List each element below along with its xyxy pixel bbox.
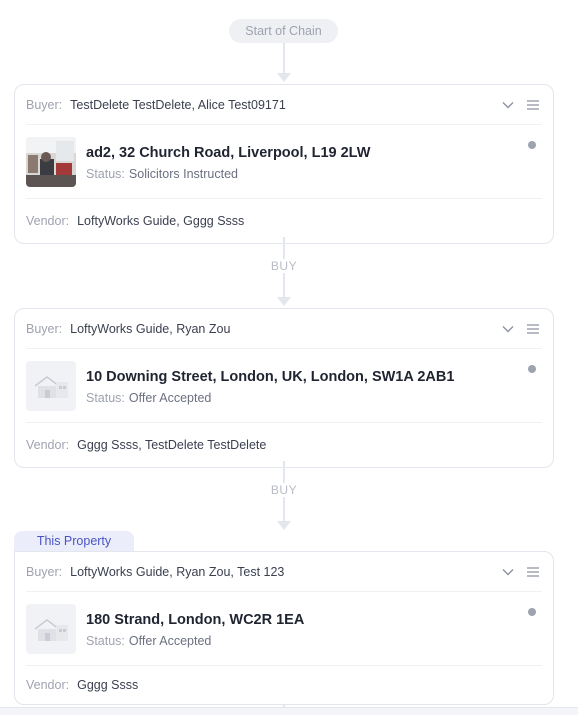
- link-label-buy: BUY: [258, 259, 310, 273]
- house-placeholder-icon: [26, 603, 76, 654]
- vendor-names: Gggg Ssss, TestDelete TestDelete: [77, 438, 267, 452]
- buyer-label: Buyer:: [26, 97, 63, 112]
- buyer-row: Buyer: LoftyWorks Guide, Ryan Zou: [26, 309, 542, 349]
- menu-icon[interactable]: [524, 96, 542, 114]
- chain-card: Buyer: LoftyWorks Guide, Ryan Zou 10 Dow…: [14, 308, 554, 468]
- status-value: Offer Accepted: [128, 633, 212, 648]
- buyer-label: Buyer:: [26, 564, 63, 579]
- property-status: Status: Offer Accepted: [86, 634, 304, 648]
- buyer-names: TestDelete TestDelete, Alice Test09171: [70, 97, 286, 112]
- status-dot: [528, 365, 536, 373]
- link-label-buy: BUY: [258, 483, 310, 497]
- chain-arrow: [277, 521, 291, 530]
- buyer-row: Buyer: TestDelete TestDelete, Alice Test…: [26, 85, 542, 125]
- buyer-label: Buyer:: [26, 321, 63, 336]
- status-label: Status:: [86, 166, 125, 181]
- status-label: Status:: [86, 633, 125, 648]
- this-property-tab: This Property: [14, 531, 134, 551]
- status-value: Solicitors Instructed: [128, 166, 238, 181]
- chain-card-this-property: Buyer: LoftyWorks Guide, Ryan Zou, Test …: [14, 551, 554, 705]
- property-photo: [26, 136, 76, 187]
- chain-arrow: [277, 297, 291, 306]
- vendor-label: Vendor:: [26, 438, 70, 452]
- buyer-names: LoftyWorks Guide, Ryan Zou: [70, 321, 231, 336]
- property-row[interactable]: 10 Downing Street, London, UK, London, S…: [26, 349, 542, 423]
- chain-connector: [283, 43, 285, 73]
- property-row[interactable]: 180 Strand, London, WC2R 1EA Status: Offe…: [26, 592, 542, 666]
- buyer-row: Buyer: LoftyWorks Guide, Ryan Zou, Test …: [26, 552, 542, 592]
- status-label: Status:: [86, 390, 125, 405]
- property-row[interactable]: ad2, 32 Church Road, Liverpool, L19 2LW …: [26, 125, 542, 199]
- chain-start-pill: Start of Chain: [229, 19, 338, 43]
- property-status: Status: Offer Accepted: [86, 391, 454, 405]
- menu-icon[interactable]: [524, 320, 542, 338]
- vendor-row: Vendor: Gggg Ssss: [26, 666, 542, 704]
- property-address[interactable]: ad2, 32 Church Road, Liverpool, L19 2LW: [86, 143, 370, 163]
- chain-card: Buyer: TestDelete TestDelete, Alice Test…: [14, 84, 554, 244]
- vendor-label: Vendor:: [26, 678, 70, 692]
- bottom-bar: [0, 707, 578, 715]
- property-address[interactable]: 10 Downing Street, London, UK, London, S…: [86, 367, 454, 387]
- chain-arrow: [277, 73, 291, 82]
- vendor-label: Vendor:: [26, 214, 70, 228]
- property-address[interactable]: 180 Strand, London, WC2R 1EA: [86, 610, 304, 630]
- property-status: Status: Solicitors Instructed: [86, 167, 370, 181]
- vendor-names: Gggg Ssss: [77, 678, 139, 692]
- status-dot: [528, 141, 536, 149]
- chevron-down-icon[interactable]: [499, 320, 517, 338]
- status-dot: [528, 608, 536, 616]
- chevron-down-icon[interactable]: [499, 563, 517, 581]
- status-value: Offer Accepted: [128, 390, 212, 405]
- chevron-down-icon[interactable]: [499, 96, 517, 114]
- house-placeholder-icon: [26, 360, 76, 411]
- vendor-names: LoftyWorks Guide, Gggg Ssss: [77, 214, 245, 228]
- menu-icon[interactable]: [524, 563, 542, 581]
- buyer-names: LoftyWorks Guide, Ryan Zou, Test 123: [70, 564, 285, 579]
